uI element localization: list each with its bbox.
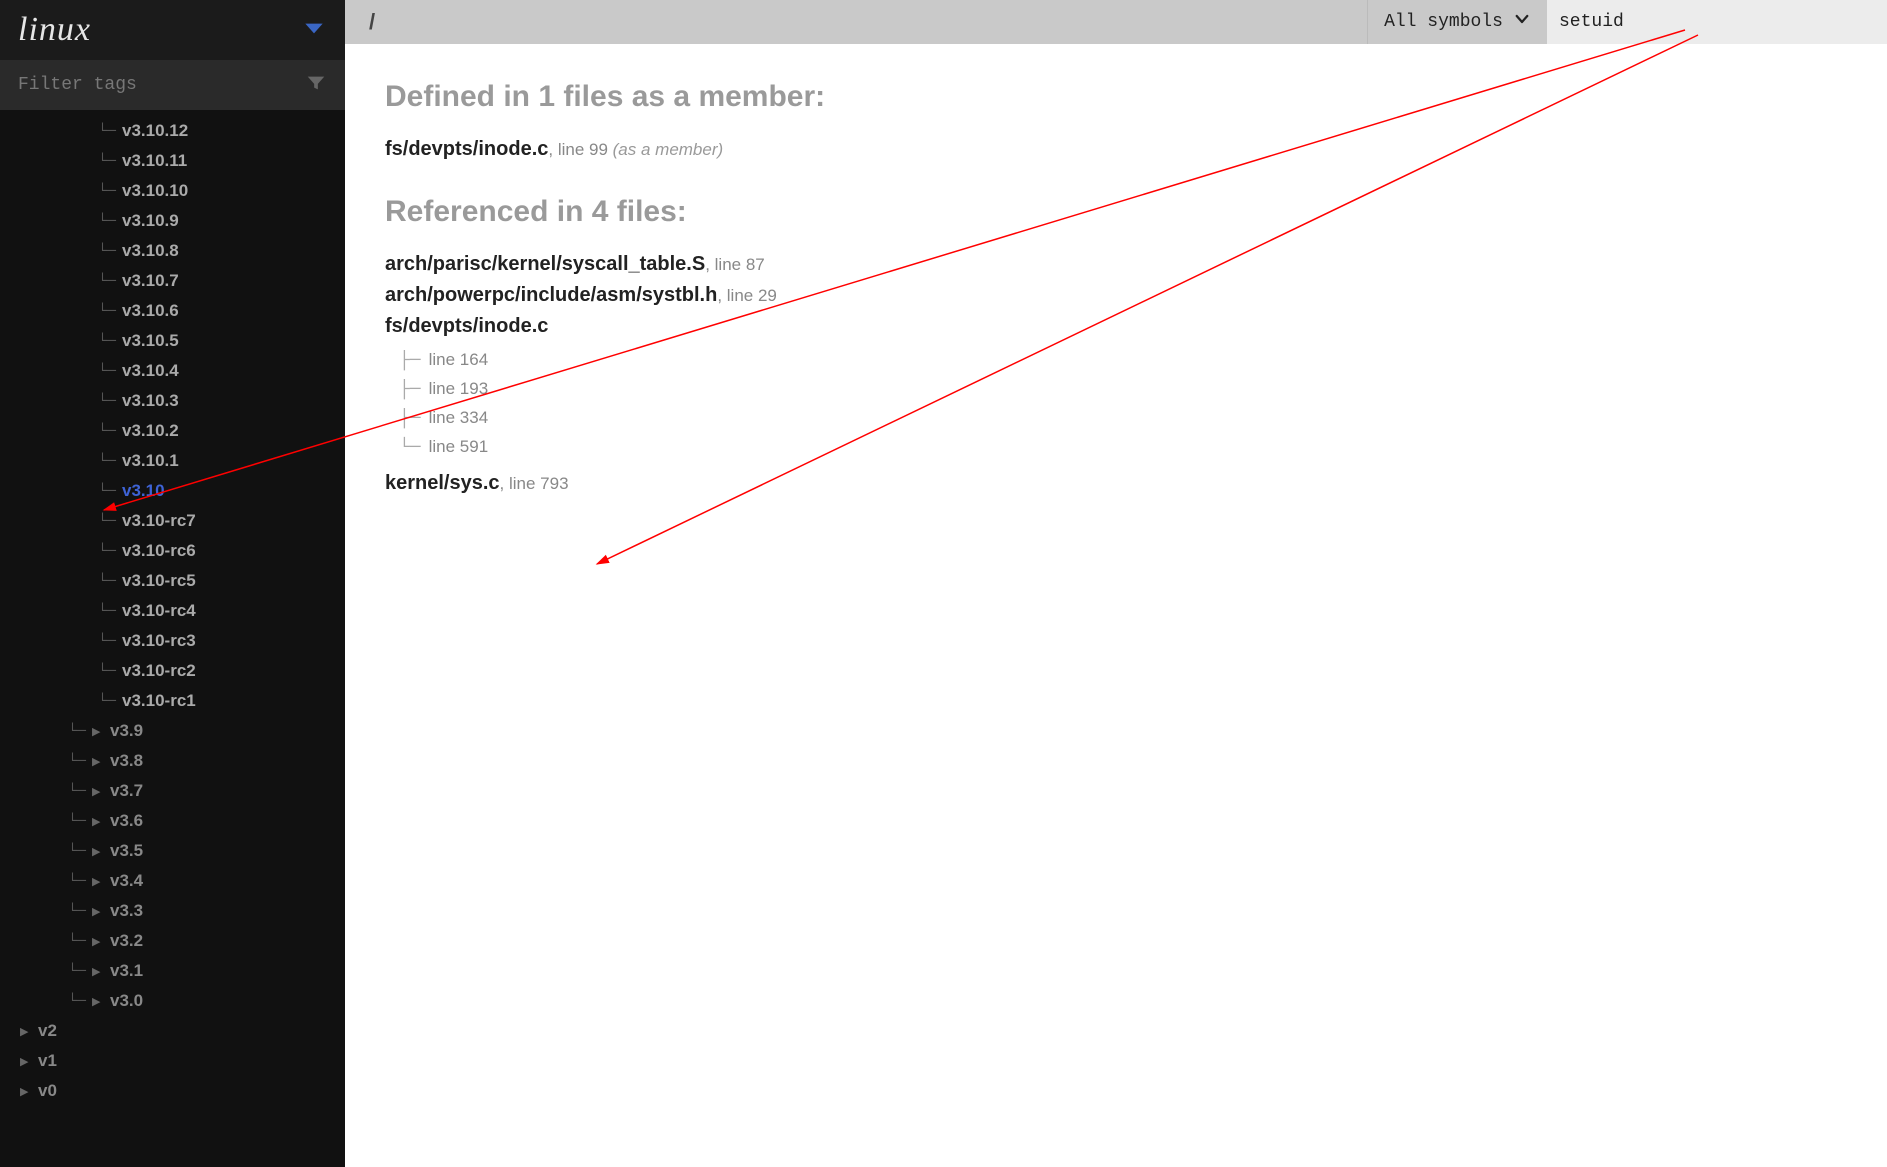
definition-meta: , line 99 (as a member) bbox=[548, 140, 723, 159]
tag-item[interactable]: └─v3.10.10 bbox=[0, 176, 345, 206]
tag-group[interactable]: ▶v0 bbox=[0, 1076, 345, 1106]
tag-item[interactable]: └─v3.10 bbox=[0, 476, 345, 506]
tag-group[interactable]: └─▶v3.0 bbox=[0, 986, 345, 1016]
reference-entry[interactable]: arch/parisc/kernel/syscall_table.S, line… bbox=[385, 253, 1847, 276]
tag-item[interactable]: └─v3.10.5 bbox=[0, 326, 345, 356]
sidebar: linux └─v3.10.12└─v3.10.11└─v3.10.10└─v3… bbox=[0, 0, 345, 1167]
chevron-down-icon bbox=[1513, 10, 1531, 34]
reference-line[interactable]: └─line 591 bbox=[399, 433, 1847, 462]
tag-group[interactable]: ▶v2 bbox=[0, 1016, 345, 1046]
content-pane: Defined in 1 files as a member: fs/devpt… bbox=[345, 44, 1887, 539]
tag-item[interactable]: └─v3.10-rc7 bbox=[0, 506, 345, 536]
tag-item[interactable]: └─v3.10.11 bbox=[0, 146, 345, 176]
tag-item[interactable]: └─v3.10-rc3 bbox=[0, 626, 345, 656]
filter-row bbox=[0, 60, 345, 110]
tag-tree[interactable]: └─v3.10.12└─v3.10.11└─v3.10.10└─v3.10.9└… bbox=[0, 110, 345, 1167]
tag-item[interactable]: └─v3.10-rc5 bbox=[0, 566, 345, 596]
reference-line[interactable]: ├─line 164 bbox=[399, 346, 1847, 375]
tag-group[interactable]: └─▶v3.8 bbox=[0, 746, 345, 776]
reference-line[interactable]: ├─line 334 bbox=[399, 404, 1847, 433]
breadcrumb-root[interactable]: / bbox=[369, 9, 375, 35]
tag-item[interactable]: └─v3.10-rc4 bbox=[0, 596, 345, 626]
reference-entry[interactable]: fs/devpts/inode.c bbox=[385, 315, 1847, 338]
referenced-heading: Referenced in 4 files: bbox=[385, 195, 1847, 229]
sidebar-header: linux bbox=[0, 0, 345, 60]
breadcrumb[interactable]: / bbox=[345, 0, 1367, 44]
definition-path[interactable]: fs/devpts/inode.c bbox=[385, 138, 548, 160]
project-dropdown-icon[interactable] bbox=[301, 15, 327, 46]
filter-tags-input[interactable] bbox=[18, 75, 278, 95]
tag-item[interactable]: └─v3.10.6 bbox=[0, 296, 345, 326]
symbol-filter-label: All symbols bbox=[1384, 12, 1503, 32]
project-brand[interactable]: linux bbox=[18, 11, 91, 49]
tag-item[interactable]: └─v3.10-rc6 bbox=[0, 536, 345, 566]
tag-group[interactable]: └─▶v3.1 bbox=[0, 956, 345, 986]
main-area: / All symbols Defined in 1 files as a me… bbox=[345, 0, 1887, 1167]
tag-item[interactable]: └─v3.10.3 bbox=[0, 386, 345, 416]
tag-item[interactable]: └─v3.10.8 bbox=[0, 236, 345, 266]
reference-entry[interactable]: arch/powerpc/include/asm/systbl.h, line … bbox=[385, 284, 1847, 307]
tag-item[interactable]: └─v3.10-rc2 bbox=[0, 656, 345, 686]
tag-item[interactable]: └─v3.10-rc1 bbox=[0, 686, 345, 716]
tag-group[interactable]: └─▶v3.5 bbox=[0, 836, 345, 866]
tag-item[interactable]: └─v3.10.4 bbox=[0, 356, 345, 386]
tag-group[interactable]: ▶v1 bbox=[0, 1046, 345, 1076]
filter-icon[interactable] bbox=[305, 72, 327, 99]
tag-item[interactable]: └─v3.10.9 bbox=[0, 206, 345, 236]
reference-list: arch/parisc/kernel/syscall_table.S, line… bbox=[385, 253, 1847, 495]
topbar: / All symbols bbox=[345, 0, 1887, 44]
reference-line[interactable]: ├─line 193 bbox=[399, 375, 1847, 404]
tag-item[interactable]: └─v3.10.12 bbox=[0, 116, 345, 146]
defined-heading: Defined in 1 files as a member: bbox=[385, 80, 1847, 114]
tag-group[interactable]: └─▶v3.2 bbox=[0, 926, 345, 956]
tag-item[interactable]: └─v3.10.1 bbox=[0, 446, 345, 476]
symbol-filter-dropdown[interactable]: All symbols bbox=[1367, 0, 1547, 44]
tag-group[interactable]: └─▶v3.7 bbox=[0, 776, 345, 806]
tag-group[interactable]: └─▶v3.9 bbox=[0, 716, 345, 746]
definition-entry[interactable]: fs/devpts/inode.c, line 99 (as a member) bbox=[385, 138, 1847, 161]
tag-item[interactable]: └─v3.10.7 bbox=[0, 266, 345, 296]
search-input[interactable] bbox=[1559, 12, 1875, 32]
reference-sublines: ├─line 164├─line 193├─line 334└─line 591 bbox=[399, 346, 1847, 462]
tag-group[interactable]: └─▶v3.4 bbox=[0, 866, 345, 896]
search-box bbox=[1547, 0, 1887, 44]
reference-entry[interactable]: kernel/sys.c, line 793 bbox=[385, 472, 1847, 495]
tag-group[interactable]: └─▶v3.3 bbox=[0, 896, 345, 926]
tag-group[interactable]: └─▶v3.6 bbox=[0, 806, 345, 836]
tag-item[interactable]: └─v3.10.2 bbox=[0, 416, 345, 446]
